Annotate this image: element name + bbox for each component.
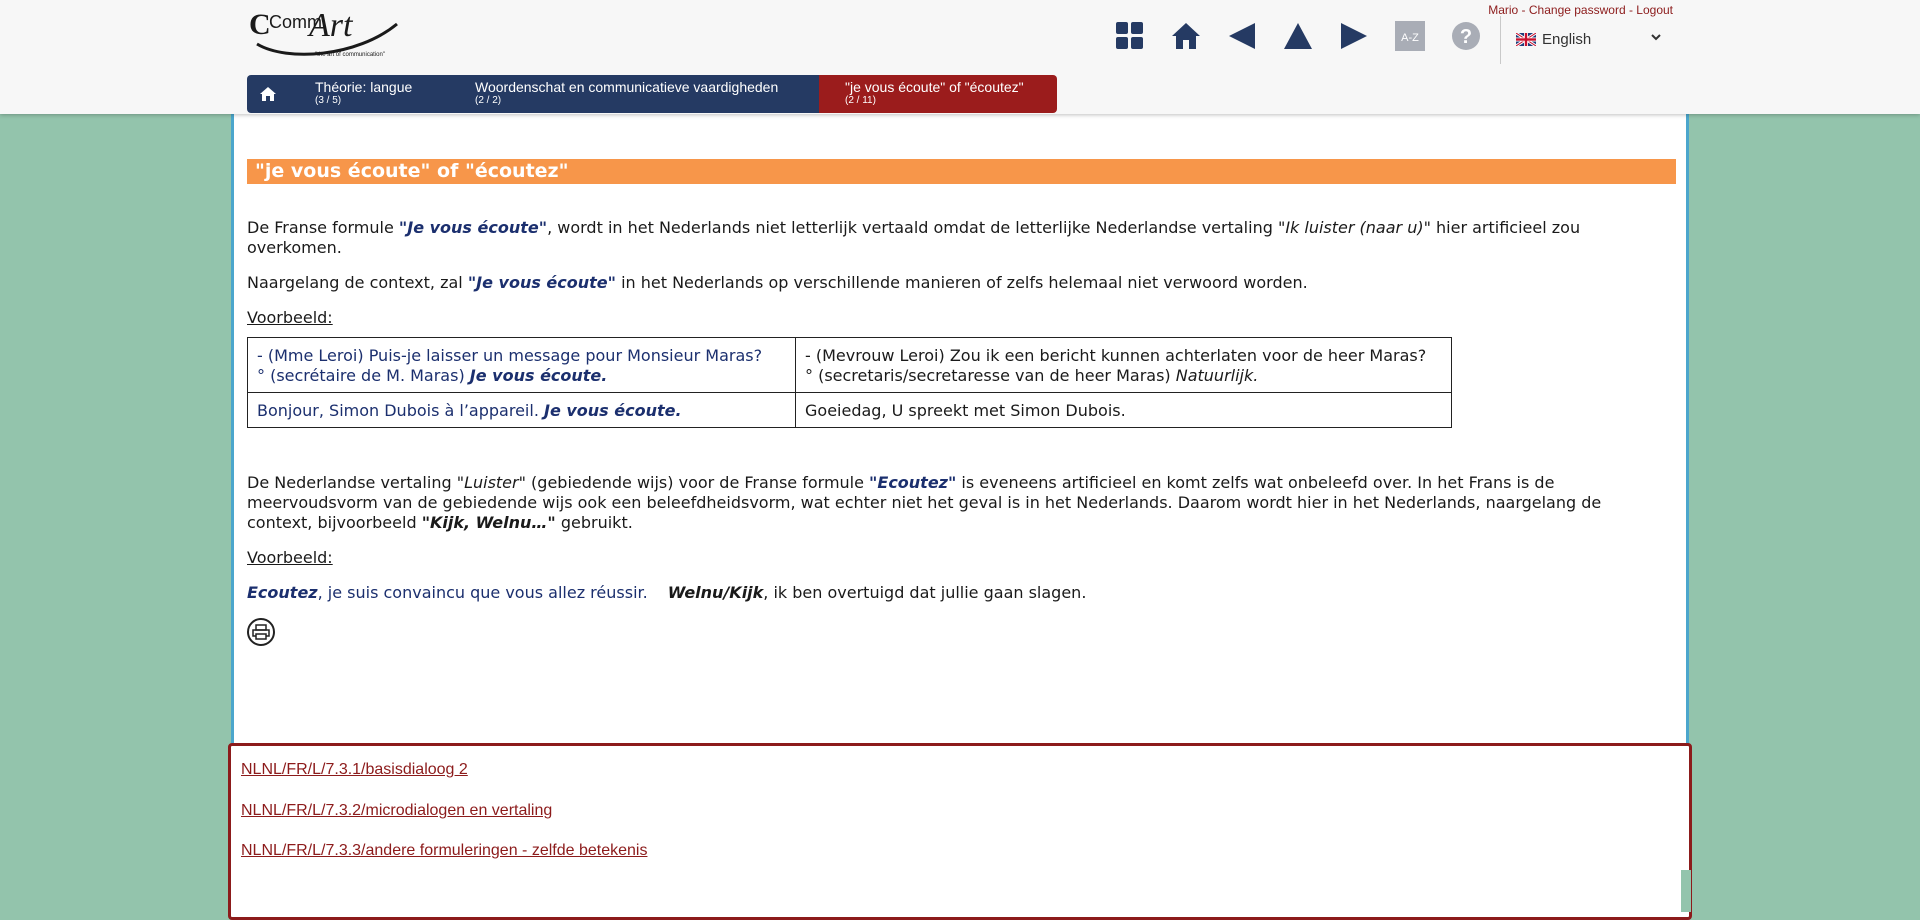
breadcrumb-count: (2 / 11) [845, 95, 876, 106]
french-phrase: Ecoutez [247, 583, 318, 602]
up-button[interactable] [1278, 16, 1318, 56]
print-button[interactable] [247, 618, 275, 646]
text: ° (secrétaire de M. Maras) [257, 366, 470, 385]
french-phrase: "Je vous écoute" [398, 218, 548, 237]
logout-link[interactable]: Logout [1636, 3, 1673, 17]
user-name[interactable]: Mario [1488, 3, 1518, 17]
az-icon: A-Z [1395, 21, 1425, 51]
dutch-phrase: "Kijk, Welnu…" [421, 513, 556, 532]
home-icon [1172, 23, 1200, 49]
text: - (Mevrouw Leroi) Zou ik een bericht kun… [805, 346, 1427, 365]
related-links-panel: NLNL/FR/L/7.3.1/basisdialoog 2 NLNL/FR/L… [228, 743, 1692, 920]
help-label: ? [1460, 26, 1472, 48]
page-title: "je vous écoute" of "écoutez" [247, 159, 1676, 184]
text: De Nederlandse vertaling " [247, 473, 465, 492]
text: , ik ben overtuigd dat jullie gaan slage… [763, 583, 1087, 602]
user-sep-1: - [1518, 3, 1529, 17]
related-link[interactable]: NLNL/FR/L/7.3.2/microdialogen en vertali… [241, 802, 552, 820]
text: , je suis convaincu que vous allez réuss… [317, 583, 648, 602]
chevron-down-icon [1651, 34, 1661, 41]
language-label: English [1542, 30, 1592, 48]
french-phrase: "Ecoutez" [869, 473, 957, 492]
table-cell-french: Bonjour, Simon Dubois à l’appareil. Je v… [247, 392, 796, 428]
text: - (Mme Leroi) Puis-je laisser un message… [257, 346, 763, 365]
breadcrumb-label: "je vous écoute" of "écoutez" [845, 79, 1024, 95]
text: , wordt in het Nederlands niet letterlij… [547, 218, 1286, 237]
az-label: A-Z [1401, 32, 1419, 44]
text: gebruikt. [555, 513, 633, 532]
article-body: De Franse formule "Je vous écoute", word… [247, 218, 1667, 646]
content-panel: "je vous écoute" of "écoutez" De Franse … [231, 114, 1689, 744]
paragraph-3: De Nederlandse vertaling "Luister" (gebi… [247, 473, 1667, 533]
example-label: Voorbeeld: [247, 308, 333, 327]
breadcrumb-home[interactable] [247, 75, 289, 113]
logo-c: C [249, 8, 271, 41]
overview-button[interactable] [1110, 16, 1150, 56]
breadcrumb-item-woordenschat[interactable]: Woordenschat en communicatieve vaardighe… [449, 75, 819, 113]
glossary-button[interactable]: A-Z [1390, 16, 1430, 56]
toolbar-divider [1500, 16, 1501, 64]
french-phrase: "Je vous écoute" [467, 273, 616, 292]
header: C Comm Art "the art of communication" Ma… [0, 0, 1920, 114]
related-link[interactable]: NLNL/FR/L/7.3.1/basisdialoog 2 [241, 761, 468, 779]
arrow-up-icon [1284, 23, 1312, 49]
breadcrumb-label: Théorie: langue [315, 79, 413, 95]
commart-logo[interactable]: C Comm Art "the art of communication" [247, 2, 407, 62]
previous-button[interactable] [1222, 16, 1262, 56]
text: Je vous écoute. [543, 401, 682, 420]
breadcrumb-count: (2 / 2) [475, 95, 502, 106]
text: Bonjour, Simon Dubois à l’appareil. [257, 401, 544, 420]
text: " (gebiedende wijs) voor de Franse formu… [518, 473, 870, 492]
user-sep-2: - [1625, 3, 1637, 17]
table-row: Bonjour, Simon Dubois à l’appareil. Je v… [247, 392, 1452, 428]
home-icon [260, 87, 276, 101]
help-button[interactable]: ? [1446, 16, 1486, 56]
related-link[interactable]: NLNL/FR/L/7.3.3/andere formuleringen - z… [241, 842, 647, 860]
arrow-left-icon [1229, 23, 1255, 49]
breadcrumb-label: Woordenschat en communicatieve vaardighe… [475, 79, 779, 95]
example-table: - (Mme Leroi) Puis-je laisser un message… [247, 337, 1452, 428]
text: Je vous écoute. [469, 366, 608, 385]
toolbar: A-Z ? [1110, 16, 1502, 56]
text: Natuurlijk. [1175, 366, 1259, 385]
logo-tagline: "the art of communication" [315, 52, 385, 58]
uk-flag-icon [1516, 32, 1536, 46]
example-label: Voorbeeld: [247, 548, 333, 567]
table-cell-dutch: Goeiedag, U spreekt met Simon Dubois. [795, 392, 1452, 428]
table-cell-french: - (Mme Leroi) Puis-je laisser un message… [247, 337, 796, 393]
home-button[interactable] [1166, 16, 1206, 56]
text: in het Nederlands op verschillende manie… [615, 273, 1308, 292]
breadcrumb: Théorie: langue (3 / 5) Woordenschat en … [247, 75, 1057, 113]
breadcrumb-item-theorie[interactable]: Théorie: langue (3 / 5) [289, 75, 449, 113]
table-row: - (Mme Leroi) Puis-je laisser un message… [247, 337, 1452, 393]
arrow-right-icon [1341, 23, 1367, 49]
paragraph-4: Ecoutez, je suis convaincu que vous alle… [247, 583, 1667, 603]
printer-icon [252, 624, 270, 640]
text: ° (secretaris/secretaresse van de heer M… [805, 366, 1176, 385]
help-icon: ? [1452, 22, 1480, 50]
user-bar: Mario - Change password - Logout [1488, 3, 1673, 17]
paragraph-2: Naargelang de context, zal "Je vous écou… [247, 273, 1667, 293]
grid-icon [1116, 22, 1143, 49]
panel-gap [1681, 870, 1691, 912]
text: Naargelang de context, zal [247, 273, 468, 292]
breadcrumb-count: (3 / 5) [315, 95, 342, 106]
paragraph-1: De Franse formule "Je vous écoute", word… [247, 218, 1667, 258]
dutch-phrase: Welnu/Kijk [667, 583, 764, 602]
next-button[interactable] [1334, 16, 1374, 56]
language-select[interactable]: English [1516, 28, 1668, 50]
change-password-link[interactable]: Change password [1529, 3, 1626, 17]
dutch-phrase: Luister [464, 473, 519, 492]
table-cell-dutch: - (Mevrouw Leroi) Zou ik een bericht kun… [795, 337, 1452, 393]
dutch-phrase: Ik luister (naar u) [1285, 218, 1424, 237]
logo-text-2: Art [307, 7, 354, 44]
text: De Franse formule [247, 218, 399, 237]
breadcrumb-item-current[interactable]: "je vous écoute" of "écoutez" (2 / 11) [819, 75, 1057, 113]
